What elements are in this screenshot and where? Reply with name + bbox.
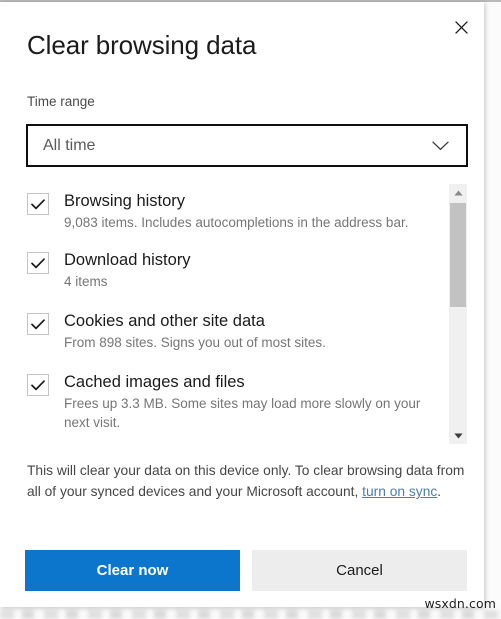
list-item-subtitle: From 898 sites. Signs you out of most si… — [64, 335, 326, 350]
watermark: wsxdn.com — [424, 596, 496, 611]
time-range-select[interactable]: All time — [26, 124, 468, 167]
list-item-title: Cached images and files — [64, 373, 245, 391]
list-item-subtitle: 9,083 items. Includes autocompletions in… — [64, 215, 409, 230]
dialog-actions: Clear now Cancel — [25, 550, 467, 591]
clear-browsing-data-dialog: Clear browsing data Time range All time — [0, 2, 484, 607]
list-item-title: Download history — [64, 251, 191, 269]
list-scrollbar[interactable] — [449, 184, 467, 444]
checkbox-cached-images-and-files[interactable] — [27, 374, 49, 396]
page-root: Clear browsing data Time range All time — [0, 0, 501, 619]
clear-now-button[interactable]: Clear now — [25, 550, 240, 591]
list-item[interactable]: Browsing history 9,083 items. Includes a… — [0, 190, 449, 232]
list-item-subtitle: Frees up 3.3 MB. Some sites may load mor… — [64, 396, 421, 430]
data-types-scroll-viewport: Browsing history 9,083 items. Includes a… — [0, 184, 449, 444]
sync-note: This will clear your data on this device… — [27, 460, 467, 502]
page-title: Clear browsing data — [27, 30, 257, 60]
close-icon[interactable] — [446, 12, 476, 42]
list-item-title: Browsing history — [64, 192, 186, 210]
background-blurred-content — [0, 610, 501, 619]
list-item-title: Cookies and other site data — [64, 312, 265, 330]
scrollbar-thumb[interactable] — [450, 203, 466, 307]
list-item[interactable]: Cached images and files Frees up 3.3 MB.… — [0, 371, 449, 432]
list-item[interactable]: Download history 4 items — [0, 249, 449, 291]
turn-on-sync-link[interactable]: turn on sync — [362, 484, 437, 499]
sync-note-text-after: . — [437, 484, 442, 499]
checkbox-browsing-history[interactable] — [27, 193, 49, 215]
scroll-down-arrow-icon[interactable] — [449, 427, 467, 444]
checkbox-cookies-and-site-data[interactable] — [27, 313, 49, 335]
time-range-label: Time range — [27, 94, 95, 109]
scroll-up-arrow-icon[interactable] — [449, 184, 467, 201]
list-item-subtitle: 4 items — [64, 274, 108, 289]
chevron-down-icon — [432, 141, 466, 151]
cancel-button[interactable]: Cancel — [252, 550, 467, 591]
list-item[interactable]: Cookies and other site data From 898 sit… — [0, 310, 449, 352]
data-types-list: Browsing history 9,083 items. Includes a… — [0, 184, 484, 444]
time-range-selected-value: All time — [43, 136, 96, 154]
checkbox-download-history[interactable] — [27, 252, 49, 274]
